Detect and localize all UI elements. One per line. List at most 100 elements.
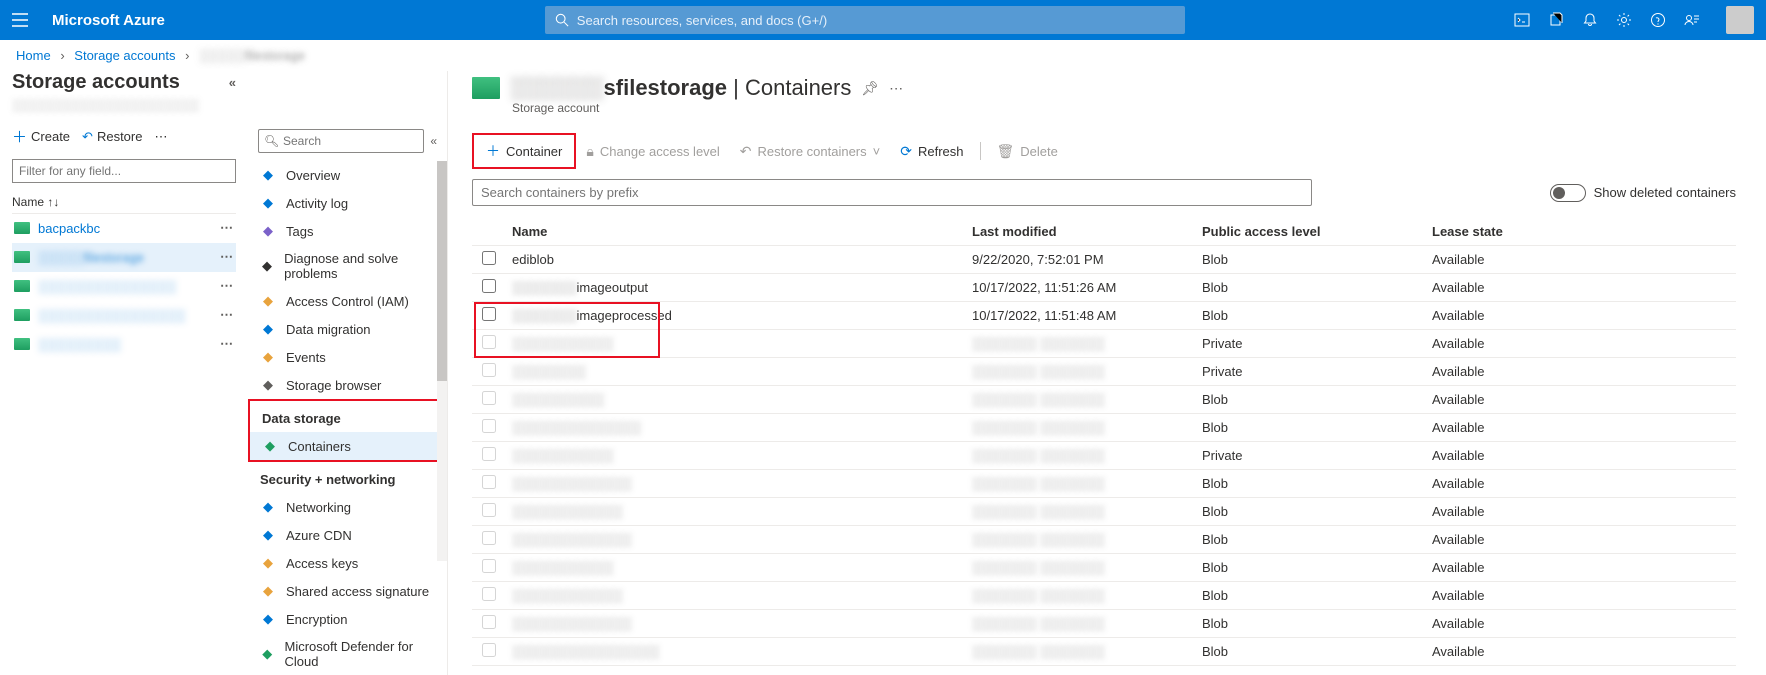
nav-item-storage-browser[interactable]: ◆Storage browser (248, 371, 447, 399)
col-modified[interactable]: Last modified (972, 224, 1202, 239)
nav-item-diagnose-and-solve-problems[interactable]: ◆Diagnose and solve problems (248, 245, 447, 287)
ellipsis-icon[interactable]: ⋯ (220, 220, 234, 236)
menu-icon[interactable] (12, 13, 32, 27)
table-row[interactable]: ░░░░░░░░░░░░░░░░░░░░░ ░░░░░░░BlobAvailab… (472, 414, 1736, 442)
new-container-button[interactable]: ＋ Container (476, 137, 572, 165)
storage-account-item[interactable]: ░░░░░filestorage⋯ (12, 243, 236, 272)
table-row[interactable]: ░░░░░░░░░░░░░░░░░░░░░░░ ░░░░░░░BlobAvail… (472, 638, 1736, 666)
cell-name: ░░░░░░░░░░░ (512, 448, 972, 463)
nav-item-containers[interactable]: ◆Containers (250, 432, 445, 460)
help-icon[interactable] (1650, 12, 1666, 28)
nav-item-activity-log[interactable]: ◆Activity log (248, 189, 447, 217)
storage-account-item[interactable]: bacpackbc⋯ (12, 214, 236, 243)
row-checkbox[interactable] (482, 475, 496, 489)
nav-item-shared-access-signature[interactable]: ◆Shared access signature (248, 577, 447, 605)
row-checkbox[interactable] (482, 335, 496, 349)
row-checkbox[interactable] (482, 363, 496, 377)
table-row[interactable]: ░░░░░░░░░░░░░░░░░░░░ ░░░░░░░BlobAvailabl… (472, 470, 1736, 498)
nav-item-label: Activity log (286, 196, 348, 211)
resource-search-input[interactable] (258, 129, 424, 153)
show-deleted-toggle[interactable] (1550, 184, 1586, 202)
cloud-shell-icon[interactable] (1514, 12, 1530, 28)
cell-lease: Available (1432, 364, 1552, 379)
row-checkbox[interactable] (482, 419, 496, 433)
nav-item-data-migration[interactable]: ◆Data migration (248, 315, 447, 343)
table-row[interactable]: ░░░░░░░imageoutput10/17/2022, 11:51:26 A… (472, 274, 1736, 302)
storage-account-item[interactable]: ░░░░░░░░░░░░░░░⋯ (12, 272, 236, 301)
nav-item-access-control-iam-[interactable]: ◆Access Control (IAM) (248, 287, 447, 315)
column-header-name[interactable]: Name ↑↓ (12, 191, 236, 214)
row-checkbox[interactable] (482, 643, 496, 657)
cell-modified: ░░░░░░░ ░░░░░░░ (972, 616, 1202, 631)
avatar[interactable] (1726, 6, 1754, 34)
directories-icon[interactable] (1548, 12, 1564, 28)
col-access[interactable]: Public access level (1202, 224, 1432, 239)
row-checkbox[interactable] (482, 503, 496, 517)
nav-item-overview[interactable]: ◆Overview (248, 161, 447, 189)
scrollbar[interactable] (437, 161, 447, 561)
row-checkbox[interactable] (482, 587, 496, 601)
container-prefix-input[interactable] (472, 179, 1312, 206)
table-row[interactable]: ░░░░░░░░░░░░░░░░░░░ ░░░░░░░BlobAvailable (472, 582, 1736, 610)
table-row[interactable]: ░░░░░░░░░░░░░░░░░░ ░░░░░░░PrivateAvailab… (472, 442, 1736, 470)
ellipsis-icon[interactable]: ⋯ (220, 307, 234, 323)
storage-account-item[interactable]: ░░░░░░░░░░░░░░░░⋯ (12, 301, 236, 330)
global-search-input[interactable] (577, 13, 1175, 28)
row-checkbox[interactable] (482, 279, 496, 293)
col-name[interactable]: Name (512, 224, 972, 239)
nav-item-tags[interactable]: ◆Tags (248, 217, 447, 245)
table-row[interactable]: ░░░░░░░░░░░░░░░░░░░░ ░░░░░░░BlobAvailabl… (472, 526, 1736, 554)
feedback-icon[interactable] (1684, 12, 1700, 28)
breadcrumb-home[interactable]: Home (16, 48, 51, 63)
cell-modified: ░░░░░░░ ░░░░░░░ (972, 392, 1202, 407)
cell-lease: Available (1432, 616, 1552, 631)
pin-icon[interactable]: 📌︎ (861, 80, 879, 97)
collapse-icon[interactable]: « (430, 134, 437, 148)
nav-item-microsoft-defender-for-cloud[interactable]: ◆Microsoft Defender for Cloud (248, 633, 447, 675)
col-lease[interactable]: Lease state (1432, 224, 1552, 239)
table-row[interactable]: ░░░░░░░░░░░░░░░░░░░░ ░░░░░░░BlobAvailabl… (472, 610, 1736, 638)
row-checkbox[interactable] (482, 615, 496, 629)
settings-icon[interactable] (1616, 12, 1632, 28)
ellipsis-icon[interactable]: ⋯ (889, 80, 903, 97)
row-checkbox[interactable] (482, 251, 496, 265)
nav-item-encryption[interactable]: ◆Encryption (248, 605, 447, 633)
table-row[interactable]: ediblob9/22/2020, 7:52:01 PMBlobAvailabl… (472, 246, 1736, 274)
ellipsis-icon[interactable]: ⋯ (220, 249, 234, 265)
more-button[interactable]: ⋯ (154, 129, 167, 145)
filter-input[interactable] (12, 159, 236, 183)
storage-account-item[interactable]: ░░░░░░░░░⋯ (12, 330, 236, 359)
account-label: ░░░░░░░░░░░░░░░░ (38, 308, 220, 323)
table-row[interactable]: ░░░░░░░░░░░░░░░░░░ ░░░░░░░PrivateAvailab… (472, 330, 1736, 358)
nav-item-azure-cdn[interactable]: ◆Azure CDN (248, 521, 447, 549)
collapse-icon[interactable]: « (229, 75, 236, 90)
create-button[interactable]: ＋Create (12, 126, 70, 147)
refresh-button[interactable]: ⟳ Refresh (890, 139, 973, 164)
nav-item-events[interactable]: ◆Events (248, 343, 447, 371)
show-deleted-toggle-wrap: Show deleted containers (1550, 184, 1736, 202)
table-row[interactable]: ░░░░░░░░░░░░░░░░░ ░░░░░░░BlobAvailable (472, 386, 1736, 414)
ellipsis-icon[interactable]: ⋯ (220, 278, 234, 294)
cell-lease: Available (1432, 308, 1552, 323)
nav-item-label: Networking (286, 500, 351, 515)
row-checkbox[interactable] (482, 447, 496, 461)
table-row[interactable]: ░░░░░░░░░░░░░░░░░░ ░░░░░░░BlobAvailable (472, 554, 1736, 582)
table-row[interactable]: ░░░░░░░░░░░░░░░░░░░ ░░░░░░░BlobAvailable (472, 498, 1736, 526)
ellipsis-icon[interactable]: ⋯ (220, 336, 234, 352)
scrollbar-thumb[interactable] (437, 161, 447, 381)
row-checkbox[interactable] (482, 559, 496, 573)
restore-button[interactable]: ↶Restore (82, 129, 142, 145)
nav-item-access-keys[interactable]: ◆Access keys (248, 549, 447, 577)
row-checkbox[interactable] (482, 531, 496, 545)
notifications-icon[interactable] (1582, 12, 1598, 28)
table-row[interactable]: ░░░░░░░imageprocessed10/17/2022, 11:51:4… (472, 302, 1736, 330)
row-checkbox[interactable] (482, 391, 496, 405)
nav-item-networking[interactable]: ◆Networking (248, 493, 447, 521)
global-search[interactable] (545, 6, 1185, 34)
table-row[interactable]: ░░░░░░░░░░░░░░░ ░░░░░░░PrivateAvailable (472, 358, 1736, 386)
breadcrumb-current[interactable]: ░░░░░filestorage (199, 48, 305, 63)
breadcrumb-storage-accounts[interactable]: Storage accounts (74, 48, 175, 63)
row-checkbox[interactable] (482, 307, 496, 321)
cell-access: Private (1202, 448, 1432, 463)
cell-name: ░░░░░░░░░░░ (512, 560, 972, 575)
